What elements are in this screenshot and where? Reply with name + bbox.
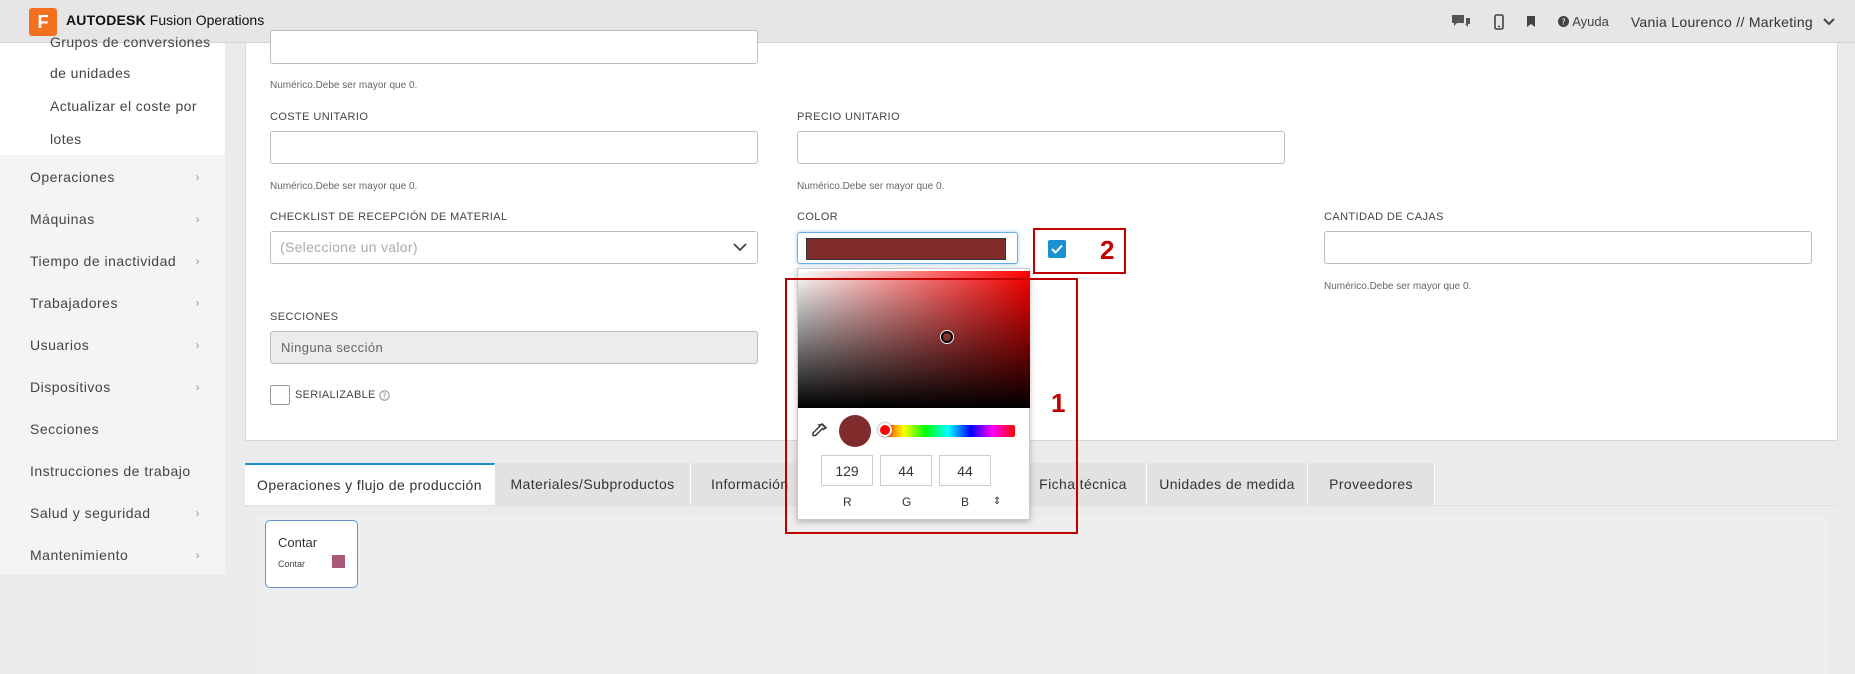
mobile-icon[interactable] <box>1494 13 1504 30</box>
tab-unidades-medida[interactable]: Unidades de medida <box>1147 463 1308 505</box>
brand-title: AUTODESK Fusion Operations <box>66 12 264 28</box>
hint-numeric: Numérico.Debe ser mayor que 0. <box>1324 281 1472 292</box>
color-label: COLOR <box>797 211 839 223</box>
annotation-label-2: 2 <box>1100 235 1115 265</box>
sidebar-item-label: Tiempo de inactividad <box>30 253 177 269</box>
serializable-label-group: SERIALIZABLE ? <box>295 389 390 401</box>
hint-numeric: Numérico.Debe ser mayor que 0. <box>270 181 418 192</box>
tab-proveedores[interactable]: Proveedores <box>1308 463 1435 505</box>
top-right-actions: ? Ayuda Vania Lourenco // Marketing <box>1450 0 1835 43</box>
brand-rest: Fusion Operations <box>145 12 265 28</box>
user-label: Vania Lourenco // Marketing <box>1630 13 1813 30</box>
sidebar-subitem-batch-cost-2[interactable]: lotes <box>50 131 82 147</box>
cantidad-cajas-label: CANTIDAD DE CAJAS <box>1324 211 1444 223</box>
svg-text:?: ? <box>382 391 386 400</box>
sidebar-item-label: Máquinas <box>30 211 95 227</box>
chevron-down-icon <box>733 239 747 257</box>
checklist-label: CHECKLIST DE RECEPCIÓN DE MATERIAL <box>270 211 508 223</box>
cantidad-cajas-input[interactable] <box>1324 231 1812 264</box>
serializable-label: SERIALIZABLE <box>295 389 376 401</box>
app-logo[interactable]: F <box>29 8 57 36</box>
sidebar-item-secciones[interactable]: Secciones <box>30 421 200 437</box>
sidebar-subitem-batch-cost[interactable]: Actualizar el coste por <box>50 98 197 114</box>
secciones-field: Ninguna sección <box>270 331 758 364</box>
card-title: Contar <box>278 535 318 550</box>
coste-unitario-label: COSTE UNITARIO <box>270 111 369 123</box>
sidebar-item-salud-seguridad[interactable]: Salud y seguridad › <box>30 505 200 521</box>
card-subtitle: Contar <box>278 559 306 569</box>
checklist-select[interactable]: (Seleccione un valor) <box>270 231 758 264</box>
sidebar-subitem-unit-conversions-2[interactable]: de unidades <box>50 65 131 81</box>
chevron-right-icon: › <box>195 380 200 394</box>
annotation-label-1: 1 <box>1051 388 1066 418</box>
user-menu[interactable]: Vania Lourenco // Marketing <box>1631 14 1835 30</box>
sidebar-item-label: Trabajadores <box>30 295 118 311</box>
sidebar-item-label: Instrucciones de trabajo <box>30 463 191 479</box>
sidebar-item-instrucciones[interactable]: Instrucciones de trabajo <box>30 463 200 479</box>
chevron-right-icon: › <box>195 254 200 268</box>
precio-unitario-label: PRECIO UNITARIO <box>797 111 900 123</box>
sidebar-item-label: Dispositivos <box>30 379 111 395</box>
brand-bold: AUTODESK <box>66 12 146 28</box>
help-link[interactable]: ? Ayuda <box>1558 14 1609 29</box>
bookmark-icon[interactable] <box>1526 15 1536 28</box>
sidebar-item-maquinas[interactable]: Máquinas › <box>30 211 200 227</box>
flow-canvas[interactable] <box>255 515 1827 674</box>
sidebar-item-dispositivos[interactable]: Dispositivos › <box>30 379 200 395</box>
sidebar-item-usuarios[interactable]: Usuarios › <box>30 337 200 353</box>
chevron-right-icon: › <box>195 296 200 310</box>
svg-text:?: ? <box>1562 18 1566 27</box>
sidebar-item-tiempo-inactividad[interactable]: Tiempo de inactividad › <box>30 253 200 269</box>
sidebar-item-label: Mantenimiento <box>30 547 129 563</box>
sidebar-item-mantenimiento[interactable]: Mantenimiento › <box>30 547 200 563</box>
chevron-right-icon: › <box>195 338 200 352</box>
chevron-right-icon: › <box>195 506 200 520</box>
card-color-indicator <box>332 555 345 568</box>
sidebar: Grupos de conversiones de unidades Actua… <box>0 34 225 674</box>
color-input[interactable] <box>797 232 1018 264</box>
hint-numeric: Numérico.Debe ser mayor que 0. <box>270 80 418 91</box>
chevron-right-icon: › <box>195 212 200 226</box>
sidebar-item-operaciones[interactable]: Operaciones › <box>30 169 200 185</box>
sidebar-item-label: Operaciones <box>30 169 115 185</box>
info-icon[interactable]: ? <box>378 389 390 401</box>
sidebar-item-label: Usuarios <box>30 337 90 353</box>
sidebar-item-label: Secciones <box>30 421 100 437</box>
serializable-checkbox[interactable] <box>270 385 290 405</box>
sidebar-item-trabajadores[interactable]: Trabajadores › <box>30 295 200 311</box>
sidebar-subitem-unit-conversions[interactable]: Grupos de conversiones <box>50 34 211 50</box>
color-swatch <box>806 238 1006 260</box>
coste-unitario-input[interactable] <box>270 131 758 164</box>
chevron-right-icon: › <box>195 170 200 184</box>
tab-operaciones-flujo[interactable]: Operaciones y flujo de producción <box>245 463 495 505</box>
logo-letter: F <box>37 11 49 32</box>
help-icon: ? <box>1558 16 1570 27</box>
tab-materiales[interactable]: Materiales/Subproductos <box>495 463 691 505</box>
hint-numeric: Numérico.Debe ser mayor que 0. <box>797 181 945 192</box>
top-input-field[interactable] <box>270 30 758 64</box>
help-label: Ayuda <box>1572 14 1609 29</box>
precio-unitario-input[interactable] <box>797 131 1285 164</box>
operation-card[interactable]: Contar Contar <box>265 520 358 588</box>
annotation-box-1 <box>785 278 1078 534</box>
checklist-placeholder: (Seleccione un valor) <box>280 239 418 255</box>
sidebar-item-label: Salud y seguridad <box>30 505 151 521</box>
secciones-label: SECCIONES <box>270 311 339 323</box>
chevron-down-icon <box>1823 17 1835 25</box>
chat-icon[interactable] <box>1450 13 1472 31</box>
chevron-right-icon: › <box>195 548 200 562</box>
